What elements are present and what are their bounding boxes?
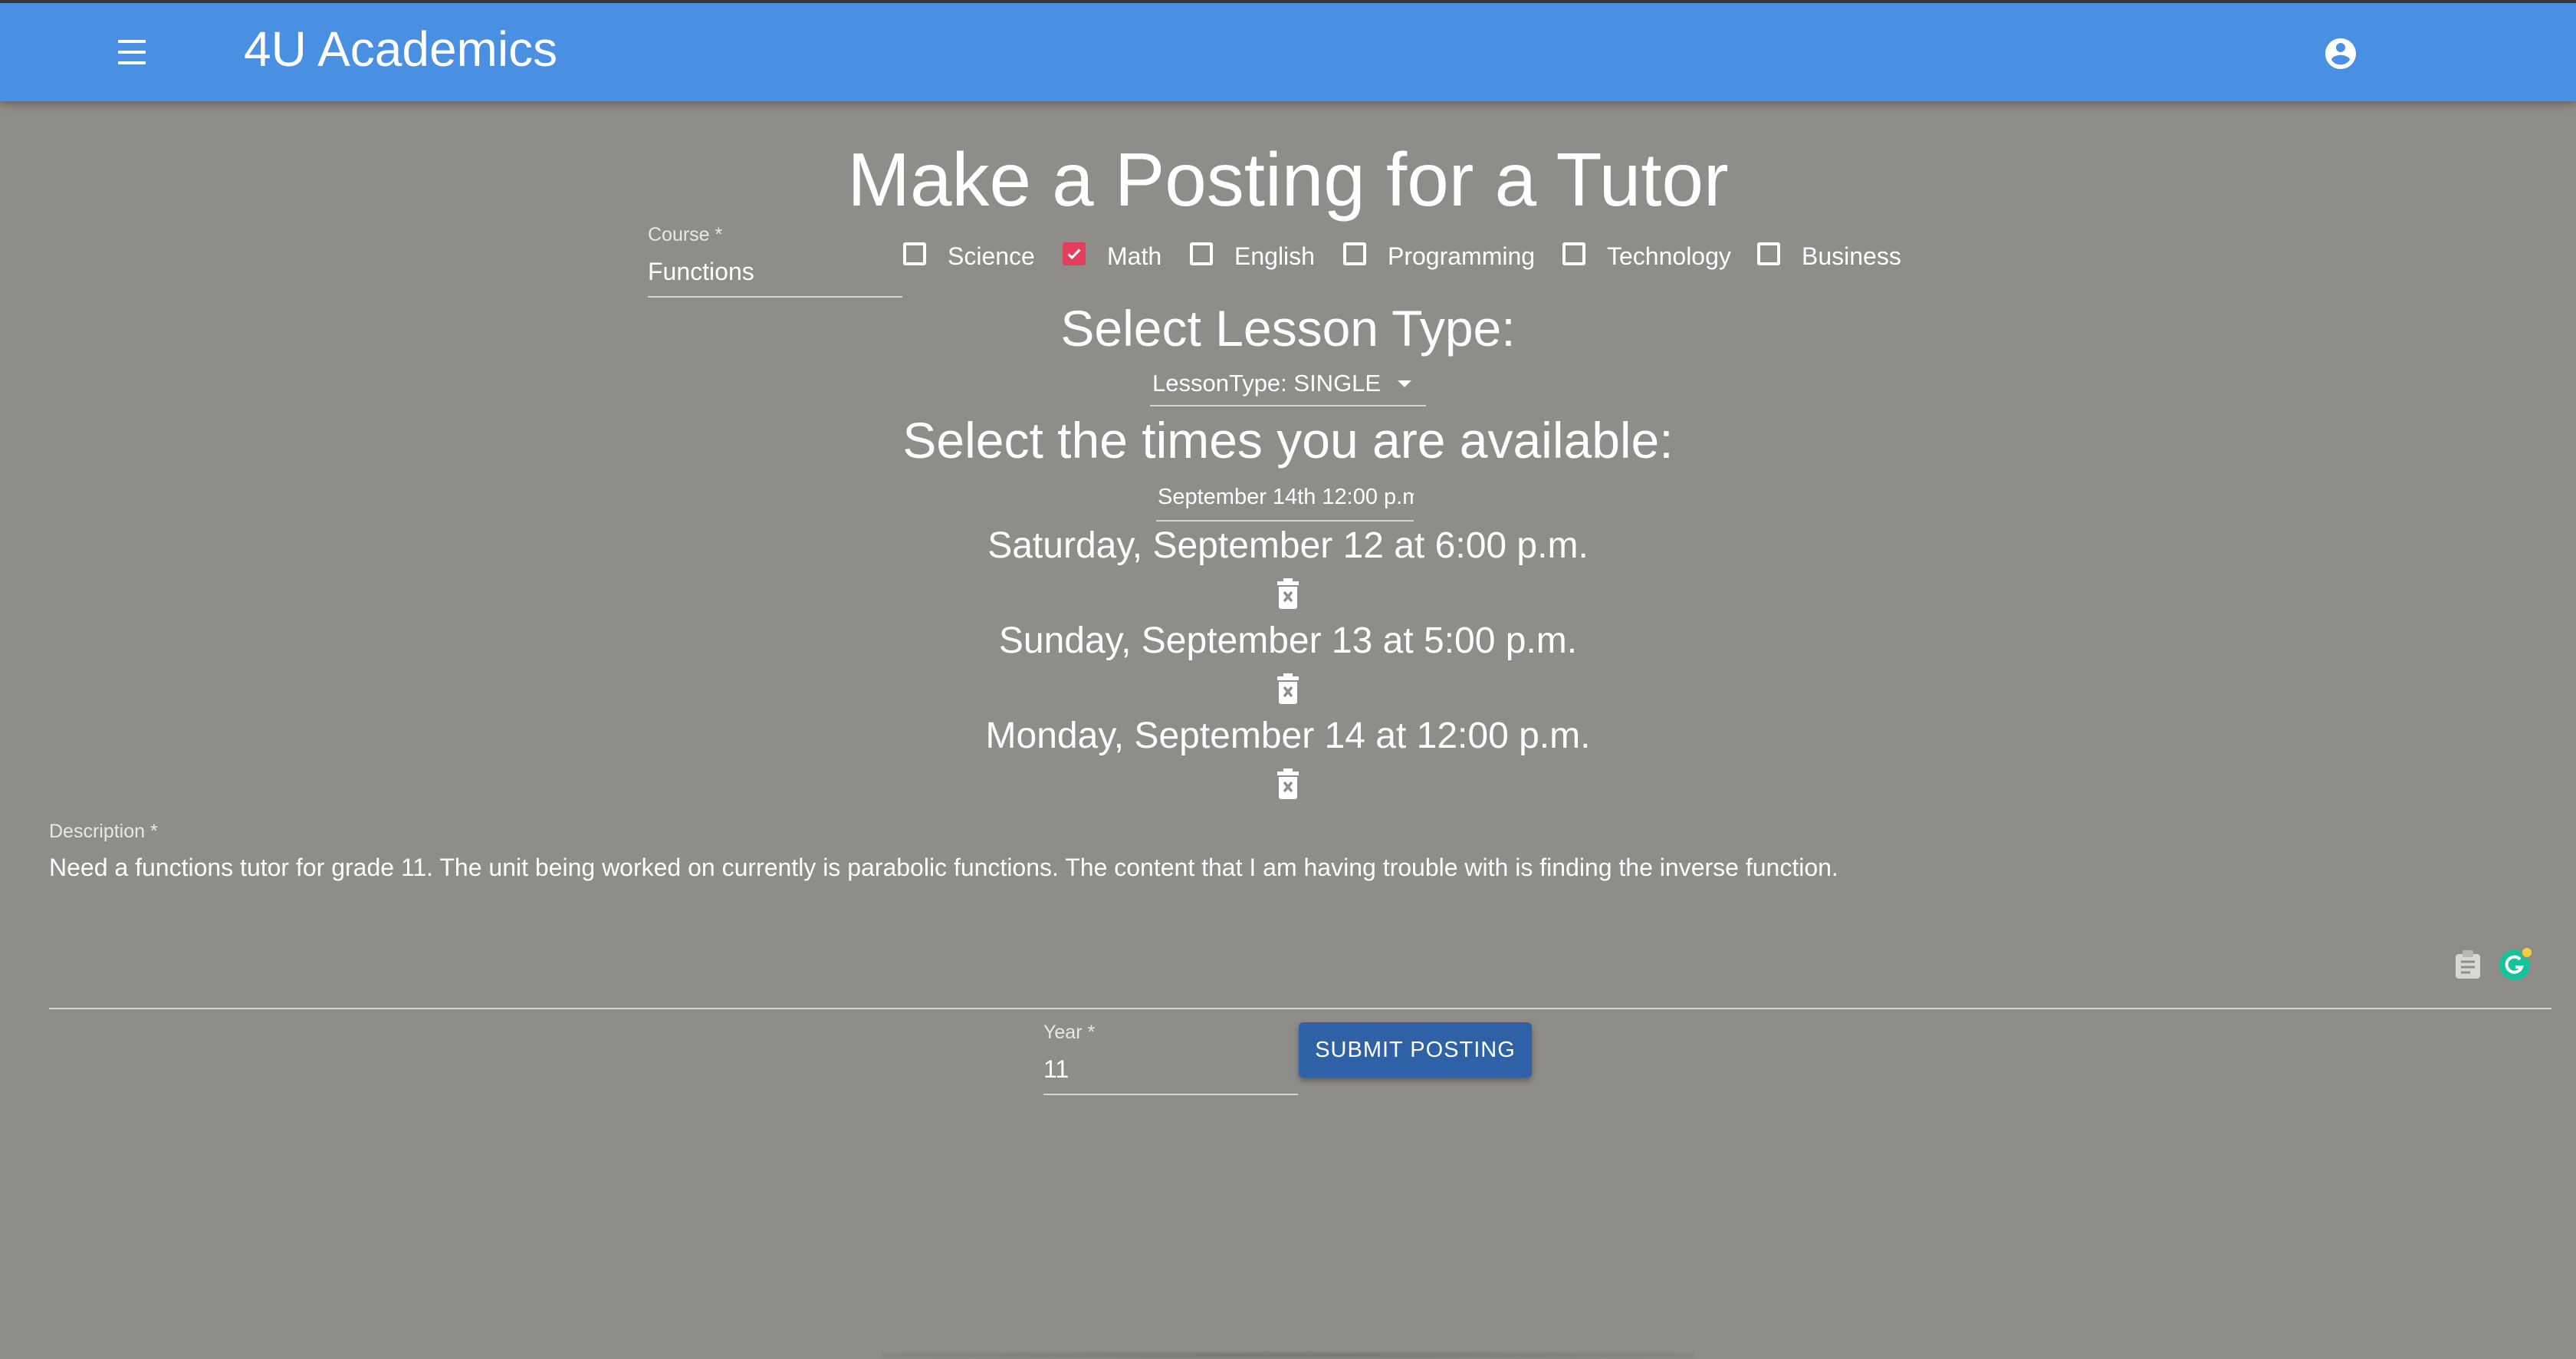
check-icon bbox=[1067, 248, 1081, 260]
lesson-type-underline bbox=[1150, 405, 1426, 406]
times-heading: Select the times you are available: bbox=[902, 412, 1674, 469]
checkbox-label: Math bbox=[1107, 242, 1162, 270]
lesson-type-heading: Select Lesson Type: bbox=[1060, 300, 1516, 357]
delete-time-button[interactable] bbox=[1276, 768, 1300, 799]
menu-button[interactable] bbox=[113, 37, 150, 67]
time-slot-text: Monday, September 14 at 12:00 p.m. bbox=[985, 716, 1591, 756]
course-label: Course * bbox=[648, 224, 723, 245]
checkbox-label: English bbox=[1234, 242, 1315, 270]
checkbox-box[interactable] bbox=[903, 242, 926, 265]
datetime-picker-value: September 14th 12:00 p.m. bbox=[1158, 485, 1414, 509]
checkbox-box[interactable] bbox=[1063, 242, 1086, 265]
checkbox-box[interactable] bbox=[1190, 242, 1213, 265]
lesson-type-value: LessonType: SINGLE bbox=[1152, 370, 1382, 397]
checkbox-box[interactable] bbox=[1757, 242, 1780, 265]
menu-icon bbox=[118, 40, 146, 43]
description-input[interactable]: Need a functions tutor for grade 11. The… bbox=[49, 851, 1838, 884]
account-circle-icon bbox=[2325, 38, 2356, 69]
delete-forever-icon bbox=[1277, 768, 1299, 799]
footer-shadow bbox=[882, 1351, 1694, 1359]
time-slot-text: Sunday, September 13 at 5:00 p.m. bbox=[998, 620, 1578, 661]
dropdown-arrow-icon bbox=[1398, 380, 1411, 387]
year-label: Year * bbox=[1043, 1022, 1096, 1043]
year-field[interactable]: Year * 11 bbox=[1043, 1022, 1298, 1095]
time-slot-text: Saturday, September 12 at 6:00 p.m. bbox=[987, 525, 1589, 566]
page-title: Make a Posting for a Tutor bbox=[847, 137, 1729, 222]
app-bar: 4U Academics bbox=[0, 3, 2576, 101]
account-button[interactable] bbox=[2322, 35, 2359, 72]
description-label: Description * bbox=[49, 821, 158, 842]
grammarly-button[interactable] bbox=[2498, 946, 2533, 982]
menu-icon-bar bbox=[118, 61, 146, 64]
delete-forever-icon bbox=[1277, 673, 1299, 704]
delete-time-button[interactable] bbox=[1276, 578, 1300, 609]
clipboard-extension-icon bbox=[2456, 950, 2480, 979]
extension-icon[interactable] bbox=[2454, 949, 2482, 980]
checkbox-label: Business bbox=[1802, 242, 1901, 270]
lesson-type-select[interactable]: LessonType: SINGLE bbox=[1150, 367, 1426, 406]
description-field[interactable]: Description * Need a functions tutor for… bbox=[49, 816, 2551, 1009]
checkbox-box[interactable] bbox=[1343, 242, 1366, 265]
app-title: 4U Academics bbox=[244, 21, 558, 77]
course-field[interactable]: Course * Functions bbox=[648, 224, 902, 298]
checkbox-label: Technology bbox=[1607, 242, 1731, 270]
delete-forever-icon bbox=[1277, 578, 1299, 609]
checkbox-label: Science bbox=[948, 242, 1035, 270]
checkbox-label: Programming bbox=[1388, 242, 1536, 270]
checkbox-box[interactable] bbox=[1562, 242, 1585, 265]
year-input[interactable]: 11 bbox=[1043, 1055, 1069, 1084]
description-underline bbox=[49, 1008, 2551, 1009]
datetime-picker-input[interactable]: September 14th 12:00 p.m. bbox=[1156, 479, 1414, 522]
submit-posting-button[interactable]: SUBMIT POSTING bbox=[1299, 1022, 1532, 1078]
menu-icon-bar bbox=[118, 51, 146, 54]
year-underline bbox=[1043, 1094, 1298, 1095]
datetime-picker-underline bbox=[1156, 520, 1414, 522]
grammarly-icon bbox=[2499, 946, 2533, 980]
course-input[interactable]: Functions bbox=[648, 258, 754, 286]
delete-time-button[interactable] bbox=[1276, 673, 1300, 704]
